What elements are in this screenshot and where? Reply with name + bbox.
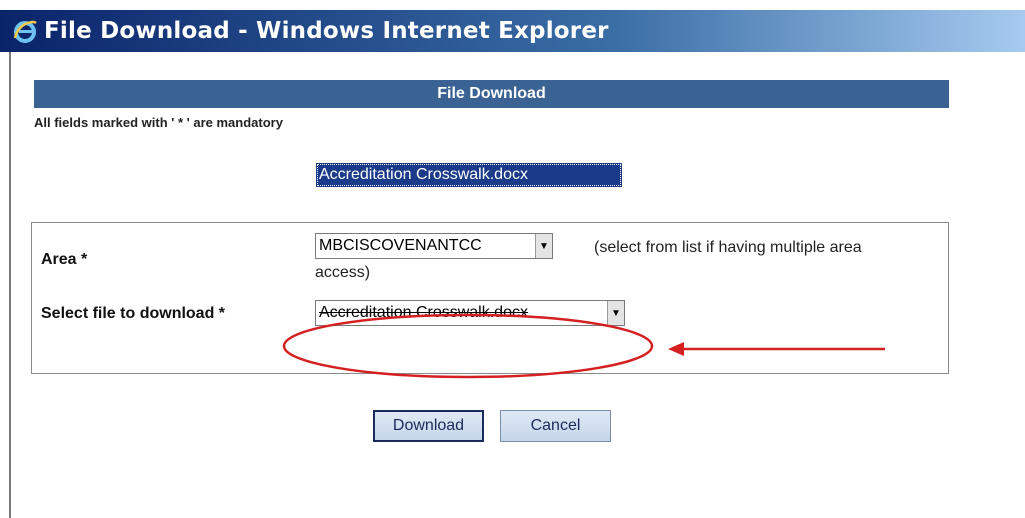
download-button[interactable]: Download — [373, 410, 484, 442]
form-header: File Download — [34, 80, 949, 108]
area-select-value: MBCISCOVENANTCC — [319, 237, 482, 254]
fields-panel: Area * MBCISCOVENANTCC ▼ (select from li… — [31, 222, 949, 374]
file-select-value: Accreditation Crosswalk.docx — [319, 304, 528, 321]
chevron-down-icon[interactable]: ▼ — [607, 301, 624, 325]
file-select[interactable]: Accreditation Crosswalk.docx ▼ — [315, 300, 625, 326]
internet-explorer-icon — [12, 18, 38, 44]
title-bar: File Download - Windows Internet Explore… — [0, 10, 1025, 52]
page-content: File Download All fields marked with ' *… — [11, 52, 1025, 518]
area-select[interactable]: MBCISCOVENANTCC ▼ — [315, 233, 553, 259]
area-helper-text: (select from list if having multiple are… — [594, 239, 862, 256]
file-label: Select file to download * — [41, 305, 226, 322]
browser-window: File Download - Windows Internet Explore… — [0, 0, 1025, 518]
area-label: Area * — [41, 251, 88, 268]
window-title: File Download - Windows Internet Explore… — [44, 18, 609, 44]
file-dropdown-option[interactable]: Accreditation Crosswalk.docx — [316, 163, 622, 187]
area-helper-text-continued: access) — [315, 264, 371, 281]
cancel-button[interactable]: Cancel — [500, 410, 611, 442]
chevron-down-icon[interactable]: ▼ — [535, 234, 552, 258]
mandatory-note: All fields marked with ' * ' are mandato… — [34, 115, 283, 130]
